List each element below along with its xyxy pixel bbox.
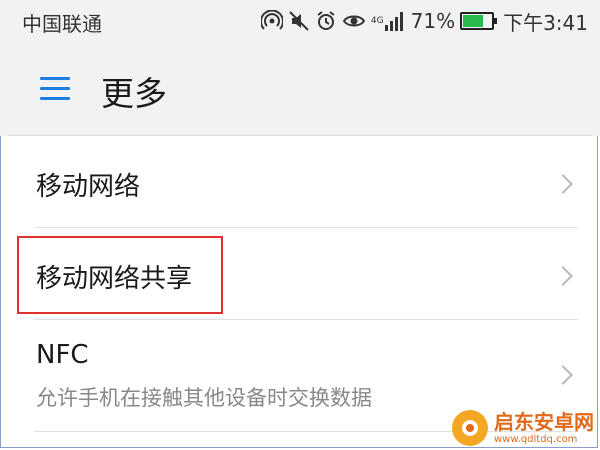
status-bar: 中国联通 4G 71% 下午3:41 [0, 0, 600, 42]
list-item-title: NFC [36, 340, 89, 370]
page-title: 更多 [101, 74, 167, 113]
watermark-logo-icon [452, 410, 488, 446]
chevron-right-icon [553, 365, 573, 385]
clock-time: 下午3:41 [503, 10, 588, 35]
hamburger-menu-icon[interactable] [40, 77, 70, 101]
app-header: 更多 [0, 42, 600, 136]
signal-icon: 4G [371, 11, 406, 31]
battery-percent: 71% [410, 9, 456, 33]
list-item-subtitle: 允许手机在接触其他设备时交换数据 [36, 386, 372, 410]
watermark-text: 启东安卓网 www.qdltdq.com [494, 412, 594, 445]
network-type: 4G [370, 15, 384, 26]
watermark-url: www.qdltdq.com [494, 433, 578, 445]
chevron-right-icon [553, 266, 573, 286]
chevron-right-icon [553, 174, 573, 194]
status-icons: 4G 71% 下午3:41 [260, 6, 588, 36]
hotspot-icon [260, 10, 283, 32]
watermark: 启东安卓网 www.qdltdq.com [452, 410, 594, 446]
list-item-mobile-network[interactable]: 移动网络 [0, 136, 600, 228]
list-item-title: 移动网络 [36, 172, 141, 202]
carrier-name: 中国联通 [22, 12, 102, 36]
highlight-box [17, 236, 223, 314]
battery-fill [463, 15, 483, 27]
battery-icon [460, 12, 498, 30]
eye-comfort-icon [342, 10, 366, 32]
mute-icon [288, 10, 310, 32]
alarm-icon [315, 10, 337, 32]
watermark-name: 启东安卓网 [494, 409, 594, 434]
